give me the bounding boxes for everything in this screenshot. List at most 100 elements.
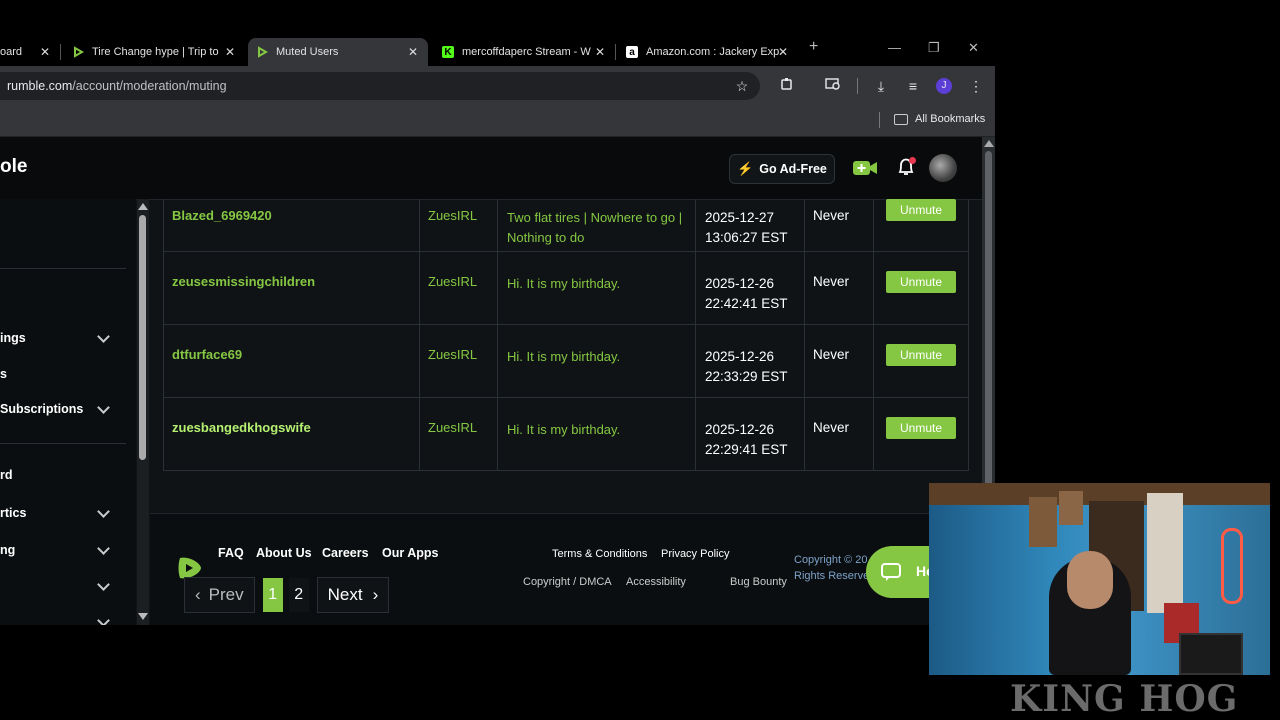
tab-tire-change[interactable]: Tire Change hype | Trip to ✕ [72, 38, 242, 66]
bookmarks-label: All Bookmarks [915, 113, 986, 125]
rumble-page: ole ⚡ Go Ad-Free ings s Subscriptions rd … [0, 137, 982, 625]
footer-link-faq[interactable]: FAQ [218, 546, 244, 560]
restore-icon[interactable]: ❐ [928, 40, 940, 56]
menu-dots-icon[interactable]: ⋮ [967, 77, 985, 95]
sidebar-item-label: rd [0, 468, 13, 482]
time-value: 13:06:27 EST [705, 229, 788, 245]
sidebar-item-ng[interactable]: ng [0, 543, 15, 557]
rumble-logo[interactable]: ole [0, 156, 27, 178]
tab-amazon[interactable]: a Amazon.com : Jackery Exp ✕ [626, 38, 796, 66]
unmute-button[interactable]: Unmute [886, 199, 956, 221]
scroll-up-arrow[interactable] [984, 140, 994, 147]
site-header: ole ⚡ Go Ad-Free [0, 137, 982, 200]
bug-bounty-link[interactable]: Bug Bounty [730, 576, 787, 588]
dmca-link[interactable]: Copyright / DMCA [523, 576, 612, 588]
page-1-button[interactable]: 1 [262, 578, 283, 612]
go-live-icon[interactable] [852, 158, 878, 183]
mute-expiry: Never [813, 420, 850, 435]
user-avatar[interactable] [929, 154, 957, 182]
mute-date: 2025-12-26 22:29:41 EST [705, 420, 788, 492]
chevron-left-icon: ‹ [195, 585, 201, 604]
table-row: zeusesmissingchildren ZuesIRL Hi. It is … [163, 252, 969, 325]
chevron-down-icon[interactable] [97, 578, 110, 591]
sidebar-item-dashboard[interactable]: rd [0, 468, 13, 482]
sidebar-item-label: s [0, 367, 7, 381]
scroll-up-arrow[interactable] [138, 203, 148, 210]
sidebar-item-analytics[interactable]: rtics [0, 506, 26, 520]
tab-search-icon[interactable] [824, 77, 842, 95]
tab-label: Amazon.com : Jackery Exp [646, 46, 780, 58]
all-bookmarks-button[interactable]: All Bookmarks [894, 113, 985, 125]
close-icon[interactable]: ✕ [408, 45, 418, 59]
mute-reason: Hi. It is my birthday. [507, 422, 621, 437]
unmute-button[interactable]: Unmute [886, 344, 956, 366]
close-icon[interactable]: ✕ [40, 45, 50, 59]
pagination: ‹ Prev 1 2 Next › [184, 577, 390, 613]
next-page-button[interactable]: Next › [316, 577, 390, 613]
sidebar-item-settings[interactable]: ings [0, 331, 26, 345]
chevron-down-icon[interactable] [97, 401, 110, 414]
chevron-down-icon[interactable] [97, 505, 110, 518]
scroll-down-arrow[interactable] [138, 613, 148, 620]
prev-label: Prev [208, 585, 244, 604]
notifications-bell-icon[interactable] [896, 156, 918, 183]
scrollbar-thumb[interactable] [985, 151, 992, 496]
account-sidebar: ings s Subscriptions rd rtics ng [0, 199, 136, 625]
browser-window: oard ✕ Tire Change hype | Trip to ✕ Mute… [0, 0, 995, 625]
media-controls-icon[interactable]: ≡ [904, 77, 922, 95]
profile-avatar[interactable]: J [936, 78, 952, 94]
sidebar-item-label: ings [0, 331, 26, 345]
date-value: 2025-12-26 [705, 276, 775, 291]
footer-link-apps[interactable]: Our Apps [382, 546, 438, 560]
date-value: 2025-12-27 [705, 210, 775, 225]
accessibility-link[interactable]: Accessibility [626, 576, 686, 588]
browser-toolbar: rumble.com/account/moderation/muting ☆ ⤓… [0, 66, 995, 106]
unmute-button[interactable]: Unmute [886, 271, 956, 293]
tab-dashboard[interactable]: oard ✕ [0, 38, 55, 66]
chevron-down-icon[interactable] [97, 542, 110, 555]
terms-link[interactable]: Terms & Conditions [552, 548, 647, 560]
close-icon[interactable]: ✕ [778, 45, 788, 59]
footer-link-about[interactable]: About Us [256, 546, 312, 560]
tab-label: oard [0, 46, 23, 58]
tab-label: Tire Change hype | Trip to [92, 46, 219, 58]
date-value: 2025-12-26 [705, 422, 775, 437]
time-value: 22:42:41 EST [705, 295, 788, 311]
tab-kick-stream[interactable]: K mercoffdaperc Stream - W ✕ [442, 38, 612, 66]
close-window-icon[interactable]: ✕ [968, 40, 979, 56]
extensions-icon[interactable] [778, 77, 796, 95]
table-row: Blazed_6969420 ZuesIRL Two flat tires | … [163, 199, 969, 252]
sidebar-scrollbar[interactable] [137, 199, 149, 625]
chevron-down-icon[interactable] [97, 330, 110, 343]
footer-link-careers[interactable]: Careers [322, 546, 369, 560]
prev-page-button[interactable]: ‹ Prev [184, 577, 255, 613]
muted-by: ZuesIRL [428, 420, 478, 435]
download-icon[interactable]: ⤓ [872, 77, 890, 95]
go-ad-free-button[interactable]: ⚡ Go Ad-Free [729, 154, 835, 184]
close-icon[interactable]: ✕ [595, 45, 605, 59]
help-chat-button[interactable]: He [866, 546, 936, 598]
privacy-link[interactable]: Privacy Policy [661, 548, 729, 560]
unmute-button[interactable]: Unmute [886, 417, 956, 439]
close-icon[interactable]: ✕ [225, 45, 235, 59]
chevron-down-icon[interactable] [97, 614, 110, 625]
sidebar-item-subscriptions[interactable]: Subscriptions [0, 402, 83, 416]
new-tab-button[interactable]: + [809, 38, 818, 56]
address-bar[interactable]: rumble.com/account/moderation/muting ☆ [0, 72, 760, 100]
minimize-icon[interactable]: — [888, 40, 901, 55]
tab-muted-users[interactable]: Muted Users ✕ [248, 38, 428, 66]
sidebar-item-label: ng [0, 543, 16, 557]
sidebar-item-s[interactable]: s [0, 367, 7, 381]
scrollbar-thumb[interactable] [139, 215, 146, 460]
tab-label: Muted Users [276, 46, 339, 58]
chat-icon [881, 563, 901, 581]
next-label: Next [327, 585, 363, 604]
page-2-button[interactable]: 2 [288, 578, 309, 612]
ad-free-label: Go Ad-Free [759, 162, 827, 176]
bookmarks-bar: All Bookmarks [0, 106, 995, 137]
copyright-text: Copyright © 20 [794, 554, 868, 566]
url-domain: rumble.com [7, 79, 73, 93]
username-link[interactable]: zuesbangedkhogswife [172, 420, 311, 492]
rumble-icon [256, 46, 268, 58]
star-icon[interactable]: ☆ [733, 77, 751, 95]
